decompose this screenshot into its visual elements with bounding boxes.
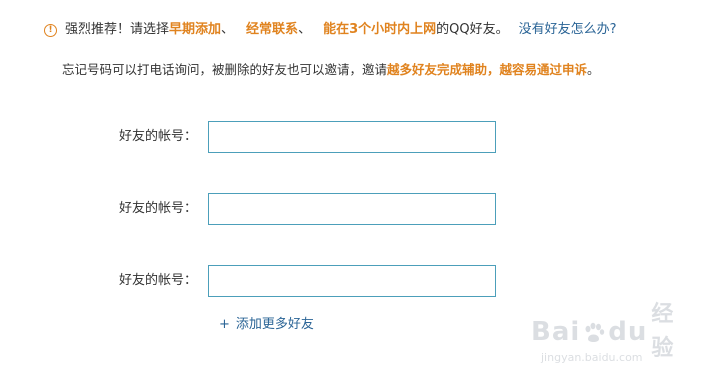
paw-logo-icon: [582, 320, 606, 344]
friend-account-input-1[interactable]: [208, 121, 496, 153]
watermark-brand: Bai du 经验: [531, 302, 674, 361]
tip-em-frequent-contact: 经常联系: [246, 22, 299, 37]
tip-suffix: 的QQ好友。: [436, 22, 509, 37]
friend-account-input-2[interactable]: [208, 193, 496, 225]
friend-account-label: 好友的帐号：: [118, 273, 197, 288]
friend-account-input-3[interactable]: [208, 265, 496, 297]
friend-account-row-3: 好友的帐号：: [0, 265, 520, 297]
no-friends-help-link[interactable]: 没有好友怎么办?: [519, 20, 617, 40]
watermark-brand-mid: du: [608, 317, 648, 347]
tip-separator: 、: [298, 22, 312, 37]
add-more-friends-link[interactable]: + 添加更多好友: [219, 315, 314, 335]
tip-prefix: 强烈推荐！请选择: [65, 22, 170, 37]
friend-account-label: 好友的帐号：: [118, 129, 197, 144]
friend-account-row-1: 好友的帐号：: [0, 121, 520, 153]
watermark-brand-right: 经验: [651, 302, 675, 361]
baidu-jingyan-watermark: Bai du 经验 jingyan.baidu.com: [531, 302, 674, 371]
add-more-friends-label: 添加更多好友: [235, 317, 314, 332]
friend-account-row-2: 好友的帐号：: [0, 193, 520, 225]
warning-circle-icon: !: [44, 23, 57, 37]
watermark-url: jingyan.baidu.com: [541, 351, 643, 364]
info-text: 忘记号码可以打电话询问，被删除的好友也可以邀请，邀请越多好友完成辅助，越容易通过…: [62, 60, 600, 80]
info-em: 越多好友完成辅助，越容易通过申诉: [387, 62, 588, 77]
info-end: 。: [587, 62, 600, 77]
friend-account-label: 好友的帐号：: [118, 201, 197, 216]
plus-icon: +: [219, 317, 230, 332]
recommendation-tip: ! 强烈推荐！请选择 早期添加 、 经常联系 、 能在3个小时内上网 的QQ好友…: [44, 20, 617, 40]
watermark-brand-left: Bai: [531, 317, 581, 347]
tip-separator: 、: [221, 22, 235, 37]
tip-em-early-added: 早期添加: [169, 22, 222, 37]
tip-em-online-3h: 能在3个小时内上网: [323, 22, 437, 37]
info-main: 忘记号码可以打电话询问，被删除的好友也可以邀请，邀请: [62, 62, 388, 77]
